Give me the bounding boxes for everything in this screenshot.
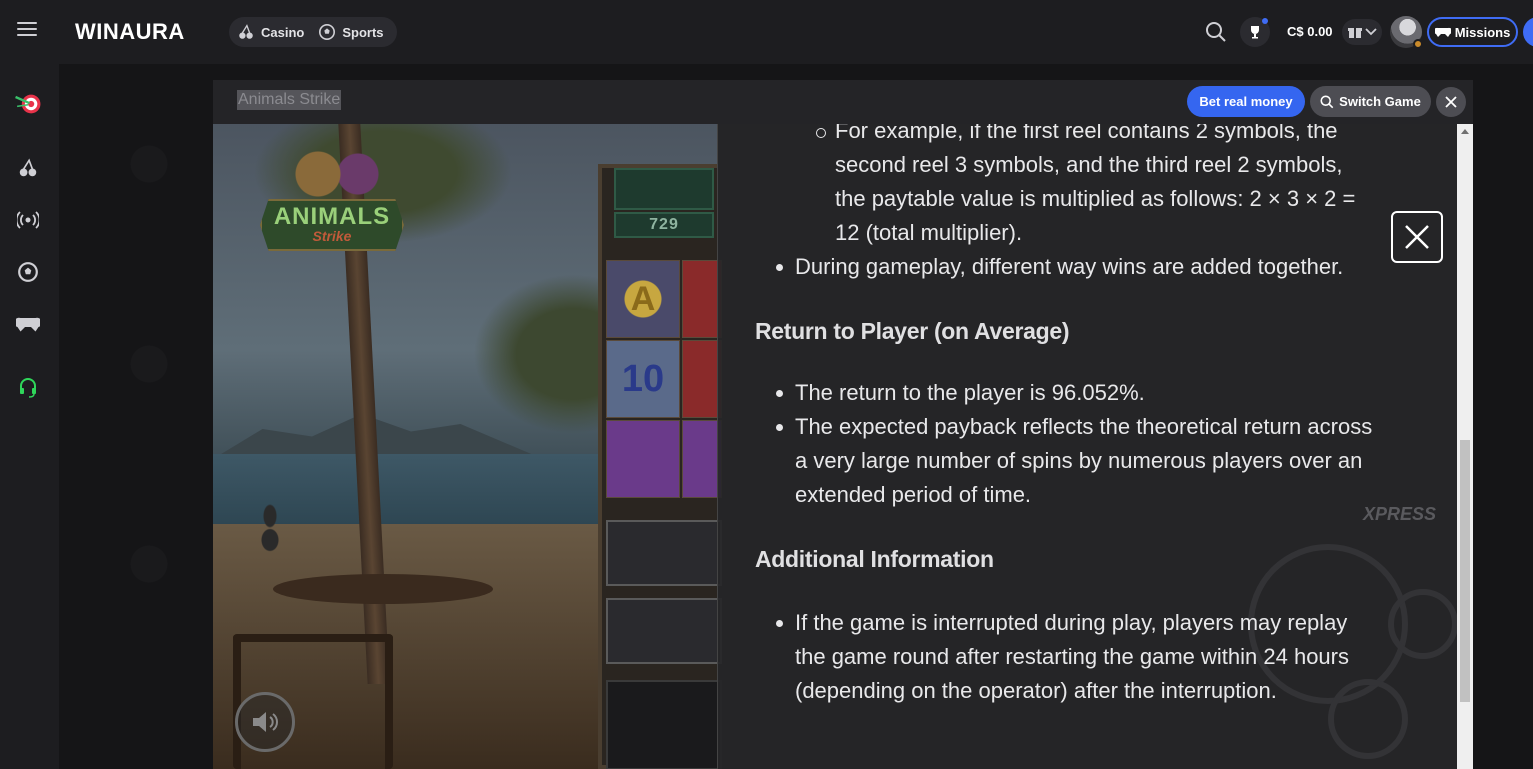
scroll-up-arrow[interactable] — [1461, 129, 1469, 134]
scroll-thumb[interactable] — [1460, 440, 1470, 702]
soccer-ball-icon — [319, 23, 336, 41]
chevron-down-icon — [1364, 28, 1377, 36]
game-logo-title: ANIMALS — [273, 203, 391, 230]
symbol-flower — [606, 520, 722, 586]
rtp-heading: Return to Player (on Average) — [755, 318, 1070, 344]
stake-button-ghost — [1388, 589, 1458, 659]
ways-counter: 729 — [614, 212, 714, 238]
paytable-way-wins: During gameplay, different way wins are … — [755, 250, 1375, 284]
close-game-button[interactable] — [1436, 87, 1466, 117]
avatar[interactable] — [1390, 16, 1423, 49]
gamepad-icon — [1434, 27, 1451, 37]
trophy-button[interactable] — [1240, 17, 1270, 47]
symbol-bull-2 — [682, 420, 722, 498]
gamepad-icon — [16, 317, 40, 332]
sidebar-item-live[interactable] — [14, 206, 42, 234]
nav-pill: Casino Sports — [229, 17, 397, 47]
people-art — [258, 504, 298, 564]
table-art — [273, 574, 493, 604]
menu-icon[interactable] — [17, 22, 37, 38]
notification-dot — [1262, 18, 1268, 24]
sidebar-item-sports[interactable] — [14, 258, 42, 286]
nav-sports-label: Sports — [342, 24, 384, 40]
nav-sports[interactable]: Sports — [318, 23, 384, 41]
xpress-watermark: XPRESS — [1363, 504, 1437, 524]
dart-target-icon — [15, 94, 41, 114]
symbol-a: A — [606, 260, 680, 338]
broadcast-icon — [17, 211, 39, 229]
info-interrupt: If the game is interrupted during play, … — [755, 606, 1375, 708]
headset-icon — [20, 378, 36, 398]
symbol-10: 10 — [606, 340, 680, 418]
search-icon[interactable] — [1205, 21, 1227, 43]
close-icon — [1405, 225, 1429, 249]
gift-icon — [1347, 28, 1362, 38]
game-scene: ANIMALS Strike 729 A 10 — [213, 124, 722, 769]
sidebar-item-casino[interactable] — [14, 154, 42, 182]
sidebar-item-support[interactable] — [14, 374, 42, 402]
close-icon — [1445, 96, 1457, 108]
reels: 729 A 10 — [598, 164, 722, 769]
sidebar — [0, 64, 59, 769]
info-heading: Additional Information — [755, 546, 994, 572]
symbol-flower-2 — [606, 598, 722, 664]
game-logo: ANIMALS Strike — [260, 199, 404, 251]
reel-display — [614, 168, 714, 210]
nav-casino[interactable]: Casino — [237, 23, 304, 41]
paytable-content: For example, if the first reel contains … — [755, 124, 1375, 708]
balance-amount[interactable]: C$ 0.00 — [1287, 24, 1333, 39]
switch-game-button[interactable]: Switch Game — [1310, 86, 1431, 117]
speaker-icon — [253, 712, 278, 732]
game-logo-subtitle: Strike — [312, 228, 352, 244]
paytable-close-button[interactable] — [1391, 211, 1443, 263]
deposit-button[interactable] — [1523, 17, 1533, 47]
sidebar-item-darts[interactable] — [14, 90, 42, 118]
sound-button[interactable] — [235, 692, 295, 752]
brand-logo[interactable]: WINAURA — [75, 19, 185, 45]
game-title: Animals Strike — [237, 90, 342, 110]
cherry-icon — [19, 158, 37, 177]
animal-heads-art — [288, 144, 388, 204]
top-bar: WINAURA Casino Sports C$ 0.00 Missions — [0, 0, 1533, 64]
rtp-value: The return to the player is 96.052%. — [755, 376, 1375, 410]
switch-game-label: Switch Game — [1339, 94, 1421, 109]
rtp-payback: The expected payback reflects the theore… — [755, 410, 1375, 512]
missions-label: Missions — [1454, 24, 1511, 40]
scrollbar[interactable] — [1457, 124, 1473, 769]
symbol-bull — [606, 420, 680, 498]
soccer-ball-icon — [18, 262, 38, 282]
avatar-badge — [1413, 39, 1423, 49]
bet-real-money-button[interactable]: Bet real money — [1187, 86, 1305, 117]
paytable-example: For example, if the first reel contains … — [755, 124, 1375, 250]
sidebar-item-games[interactable] — [14, 310, 42, 338]
search-icon — [1320, 94, 1334, 108]
symbol-red-2 — [682, 340, 722, 418]
symbol-red — [682, 260, 722, 338]
symbol-bottom — [606, 680, 722, 769]
cherry-icon — [239, 24, 253, 39]
wallet-dropdown[interactable] — [1342, 19, 1382, 45]
missions-button[interactable]: Missions — [1427, 17, 1518, 47]
trophy-icon — [1251, 26, 1259, 39]
game-frame[interactable]: ANIMALS Strike 729 A 10 XPRESS For examp… — [213, 124, 1473, 769]
nav-casino-label: Casino — [261, 24, 305, 40]
